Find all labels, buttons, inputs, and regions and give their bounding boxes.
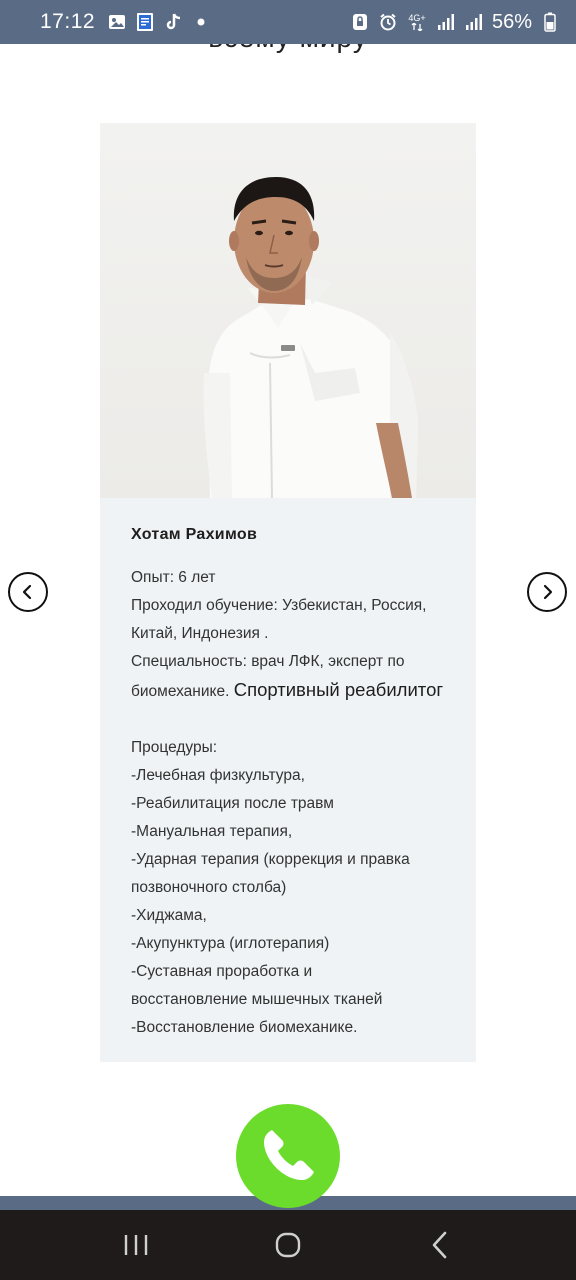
recent-apps-button[interactable] — [106, 1220, 166, 1270]
document-icon — [135, 12, 155, 32]
network-type-label: 4G+ — [408, 12, 426, 23]
carousel-prev-button[interactable] — [8, 572, 48, 612]
doctor-specialty-line: Специальность: врач ЛФК, эксперт по — [131, 653, 405, 670]
chevron-right-icon — [543, 584, 553, 600]
procedure-item: -Реабилитация после травм — [131, 795, 334, 812]
procedure-item: -Акупунктура (иглотерапия) — [131, 935, 330, 952]
battery-percent: 56% — [491, 10, 532, 33]
doctor-education-line: Китай, Индонезия . — [131, 625, 269, 642]
procedures-title: Процедуры: — [131, 739, 218, 756]
back-icon — [432, 1231, 447, 1259]
status-bar: 17:12 4G+ 56% — [0, 0, 576, 44]
procedure-item: позвоночного столба) — [131, 879, 287, 896]
procedure-item: -Восстановление биомеханике. — [131, 1019, 358, 1036]
call-button[interactable] — [236, 1104, 340, 1208]
procedure-item: восстановление мышечных тканей — [131, 991, 383, 1008]
chevron-left-icon — [22, 584, 32, 600]
dot-icon — [191, 12, 211, 32]
doctor-education-line: Проходил обучение: Узбекистан, Россия, — [131, 597, 427, 614]
carousel-next-button[interactable] — [527, 572, 567, 612]
recent-apps-icon — [124, 1235, 148, 1255]
specialty-highlight: Спортивный реабилитог — [233, 679, 444, 700]
procedure-item: -Ударная терапия (коррекция и правка — [131, 851, 410, 868]
notification-icons — [107, 12, 211, 32]
status-time: 17:12 — [40, 10, 96, 33]
battery-icon — [540, 12, 560, 32]
procedure-item: -Суставная проработка и — [131, 963, 313, 980]
procedure-item: -Лечебная физкультура, — [131, 767, 305, 784]
doctor-photo — [100, 123, 476, 498]
home-icon — [275, 1232, 301, 1258]
system-nav-bar — [0, 1210, 576, 1280]
doctor-card: Хотам Рахимов Опыт: 6 лет Проходил обуче… — [100, 123, 476, 1062]
tiktok-icon — [163, 12, 183, 32]
alarm-icon — [378, 12, 398, 32]
vpn-icon — [350, 12, 370, 32]
network-type-icon: 4G+ — [406, 12, 428, 32]
procedure-item: -Мануальная терапия, — [131, 823, 293, 840]
doctor-name: Хотам Рахимов — [131, 526, 258, 543]
doctor-info: Хотам Рахимов Опыт: 6 лет Проходил обуче… — [131, 526, 471, 1042]
procedure-item: -Хиджама, — [131, 907, 207, 924]
signal-icon — [464, 12, 484, 32]
gallery-icon — [107, 12, 127, 32]
doctor-experience: Опыт: 6 лет — [131, 569, 216, 586]
phone-icon — [264, 1130, 314, 1180]
back-button[interactable] — [410, 1220, 470, 1270]
specialty-text: биомеханике. — [131, 683, 230, 700]
system-icons: 4G+ 56% — [350, 11, 560, 34]
signal-icon — [436, 12, 456, 32]
doctor-specialty-line: биомеханике. Спортивный реабилитог — [131, 676, 471, 706]
home-button[interactable] — [258, 1220, 318, 1270]
